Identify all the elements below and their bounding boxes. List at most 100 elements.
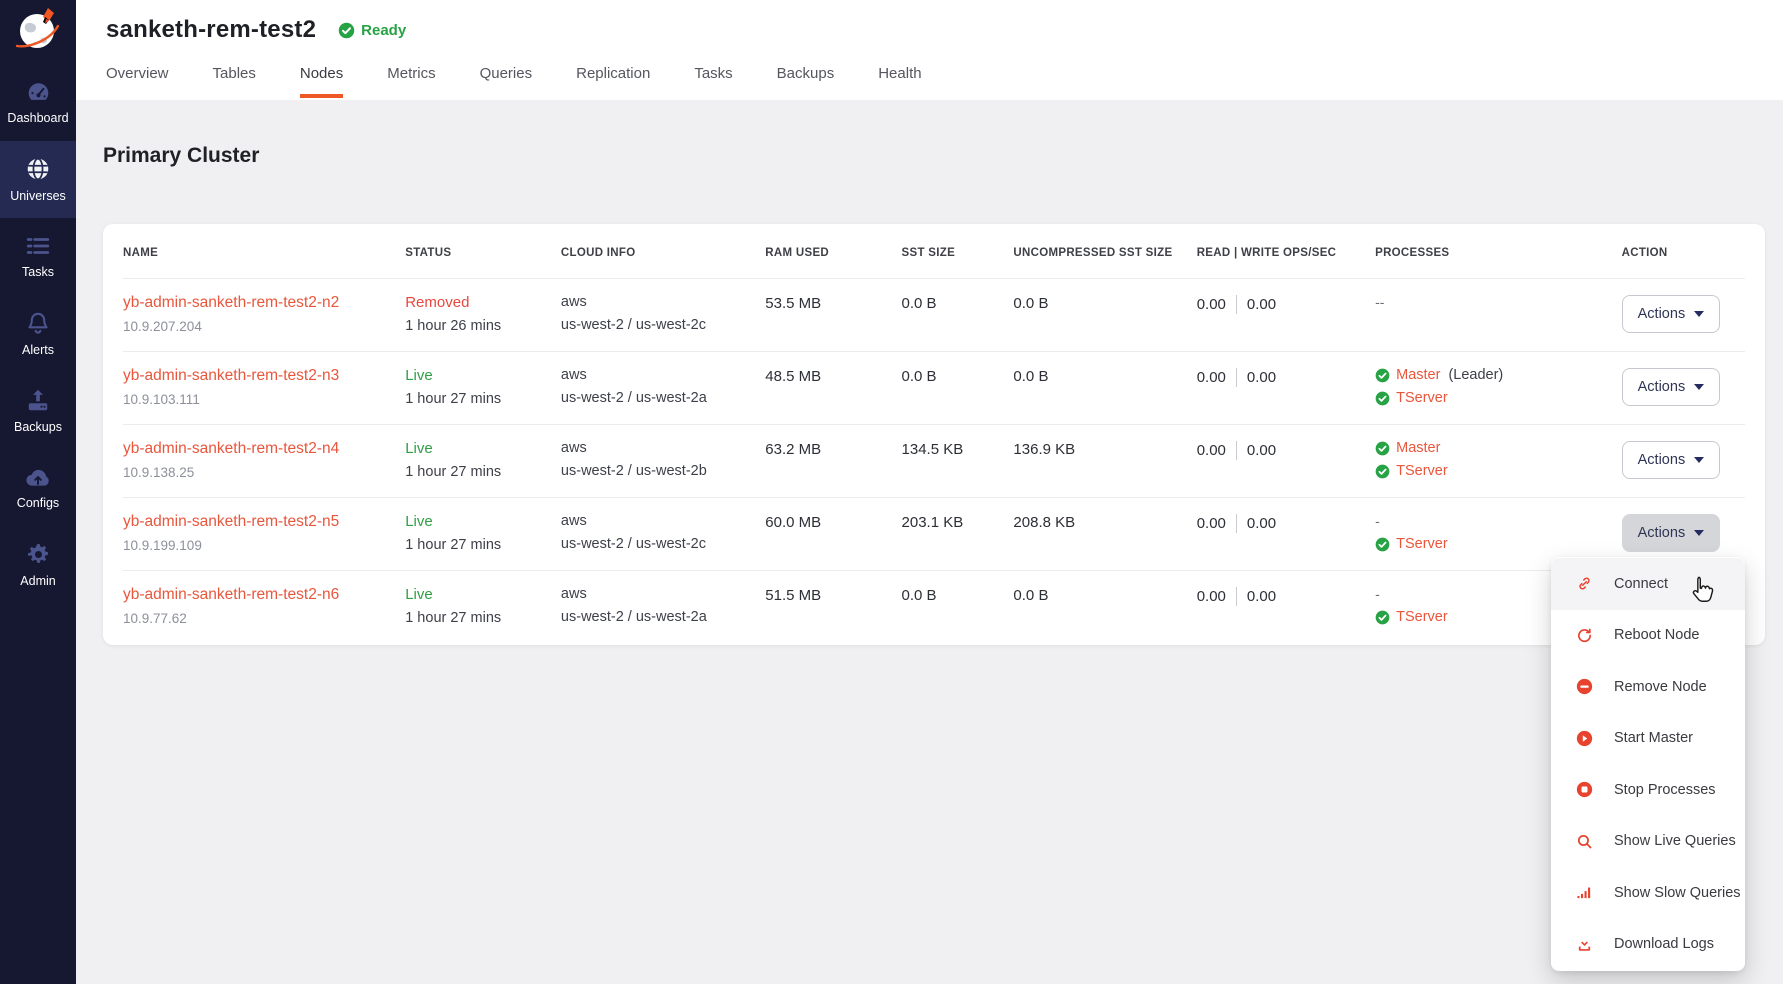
menu-item-remove-node[interactable]: Remove Node: [1551, 661, 1745, 713]
cloud-zone: us-west-2 / us-west-2c: [561, 536, 765, 552]
rocket-globe-logo-icon: [12, 4, 64, 60]
cloud-provider: aws: [561, 440, 765, 456]
tab-tasks[interactable]: Tasks: [694, 65, 732, 98]
caret-down-icon: [1694, 311, 1704, 317]
status-badge-label: Ready: [361, 22, 406, 39]
tserver-process-link[interactable]: TServer: [1396, 463, 1448, 479]
sidebar-item-admin[interactable]: Admin: [0, 526, 76, 603]
ram-used: 48.5 MB: [765, 367, 901, 385]
ram-used: 63.2 MB: [765, 440, 901, 458]
sidebar-item-tasks[interactable]: Tasks: [0, 218, 76, 295]
ram-used: 60.0 MB: [765, 513, 901, 531]
tab-health[interactable]: Health: [878, 65, 921, 98]
read-write-ops: 0.00 0.00: [1197, 440, 1375, 460]
read-write-ops: 0.00 0.00: [1197, 513, 1375, 533]
menu-item-stop-processes[interactable]: Stop Processes: [1551, 764, 1745, 816]
alerts-bell-icon: [25, 310, 51, 336]
read-ops: 0.00: [1197, 442, 1226, 459]
write-ops: 0.00: [1247, 369, 1276, 386]
node-status: Live: [405, 440, 561, 457]
node-name-link[interactable]: yb-admin-sanketh-rem-test2-n5: [123, 513, 339, 530]
node-ip: 10.9.199.109: [123, 538, 405, 553]
node-name-link[interactable]: yb-admin-sanketh-rem-test2-n2: [123, 294, 339, 311]
col-header-read-write-ops: READ | WRITE OPS/SEC: [1197, 247, 1375, 259]
dashboard-gauge-icon: [25, 80, 52, 104]
col-header-name: NAME: [123, 247, 405, 259]
node-ip: 10.9.103.111: [123, 392, 405, 407]
admin-gear-icon: [26, 542, 51, 567]
actions-button[interactable]: Actions: [1622, 441, 1721, 479]
tserver-process-link[interactable]: TServer: [1396, 609, 1448, 625]
leader-label: (Leader): [1448, 367, 1503, 383]
col-header-cloud-info: CLOUD INFO: [561, 247, 765, 259]
node-name-link[interactable]: yb-admin-sanketh-rem-test2-n6: [123, 586, 339, 603]
node-name-link[interactable]: yb-admin-sanketh-rem-test2-n3: [123, 367, 339, 384]
download-icon: [1576, 936, 1593, 953]
configs-cloud-icon: [24, 465, 52, 489]
uncompressed-sst-size: 136.9 KB: [1013, 440, 1196, 458]
col-header-ram-used: RAM USED: [765, 247, 901, 259]
tab-metrics[interactable]: Metrics: [387, 65, 435, 98]
ops-divider: [1236, 295, 1237, 314]
read-ops: 0.00: [1197, 369, 1226, 386]
node-name-link[interactable]: yb-admin-sanketh-rem-test2-n4: [123, 440, 339, 457]
yugabyte-logo: [0, 0, 76, 64]
read-ops: 0.00: [1197, 588, 1226, 605]
menu-item-label: Show Live Queries: [1614, 833, 1736, 849]
actions-dropdown-menu: Connect Reboot Node Remove Node: [1551, 557, 1745, 971]
tab-backups[interactable]: Backups: [777, 65, 835, 98]
ops-divider: [1236, 368, 1237, 387]
sidebar-item-label: Universes: [10, 189, 66, 203]
table-row: yb-admin-sanketh-rem-test2-n6 10.9.77.62…: [123, 570, 1745, 643]
read-write-ops: 0.00 0.00: [1197, 294, 1375, 314]
uncompressed-sst-size: 0.0 B: [1013, 586, 1196, 604]
master-process-link[interactable]: Master: [1396, 367, 1440, 383]
tab-tables[interactable]: Tables: [213, 65, 256, 98]
node-status: Removed: [405, 294, 561, 311]
actions-button[interactable]: Actions: [1622, 295, 1721, 333]
tab-queries[interactable]: Queries: [480, 65, 533, 98]
sidebar-item-alerts[interactable]: Alerts: [0, 295, 76, 372]
sst-size: 0.0 B: [902, 367, 1014, 385]
menu-item-label: Show Slow Queries: [1614, 885, 1741, 901]
tab-nodes[interactable]: Nodes: [300, 65, 343, 98]
write-ops: 0.00: [1247, 515, 1276, 532]
menu-item-show-live-queries[interactable]: Show Live Queries: [1551, 816, 1745, 868]
sst-size: 0.0 B: [902, 586, 1014, 604]
tserver-process-link[interactable]: TServer: [1396, 390, 1448, 406]
menu-item-label: Reboot Node: [1614, 627, 1699, 643]
col-header-processes: PROCESSES: [1375, 247, 1622, 259]
cloud-zone: us-west-2 / us-west-2c: [561, 317, 765, 333]
menu-item-reboot-node[interactable]: Reboot Node: [1551, 610, 1745, 662]
actions-button-label: Actions: [1638, 306, 1686, 322]
tab-replication[interactable]: Replication: [576, 65, 650, 98]
tab-overview[interactable]: Overview: [106, 65, 169, 98]
check-circle-icon: [1375, 441, 1390, 456]
col-header-status: STATUS: [405, 247, 561, 259]
caret-down-icon: [1694, 530, 1704, 536]
sidebar-item-universes[interactable]: Universes: [0, 141, 76, 218]
cloud-provider: aws: [561, 586, 765, 602]
write-ops: 0.00: [1247, 442, 1276, 459]
sst-size: 134.5 KB: [902, 440, 1014, 458]
menu-item-start-master[interactable]: Start Master: [1551, 713, 1745, 765]
ops-divider: [1236, 587, 1237, 606]
actions-button[interactable]: Actions: [1622, 368, 1721, 406]
read-write-ops: 0.00 0.00: [1197, 586, 1375, 606]
menu-item-connect[interactable]: Connect: [1551, 558, 1745, 610]
master-process-link[interactable]: Master: [1396, 440, 1440, 456]
uncompressed-sst-size: 208.8 KB: [1013, 513, 1196, 531]
read-ops: 0.00: [1197, 515, 1226, 532]
table-row: yb-admin-sanketh-rem-test2-n5 10.9.199.1…: [123, 497, 1745, 570]
menu-item-show-slow-queries[interactable]: Show Slow Queries: [1551, 867, 1745, 919]
menu-item-download-logs[interactable]: Download Logs: [1551, 919, 1745, 971]
tserver-process-link[interactable]: TServer: [1396, 536, 1448, 552]
check-circle-icon: [1375, 391, 1390, 406]
sidebar-item-configs[interactable]: Configs: [0, 449, 76, 526]
col-header-sst-size: SST SIZE: [902, 247, 1014, 259]
actions-button-open[interactable]: Actions: [1622, 514, 1721, 552]
sidebar-item-backups[interactable]: Backups: [0, 372, 76, 449]
search-icon: [1576, 833, 1593, 850]
universe-tabs: Overview Tables Nodes Metrics Queries Re…: [106, 65, 1783, 98]
sidebar-item-dashboard[interactable]: Dashboard: [0, 64, 76, 141]
